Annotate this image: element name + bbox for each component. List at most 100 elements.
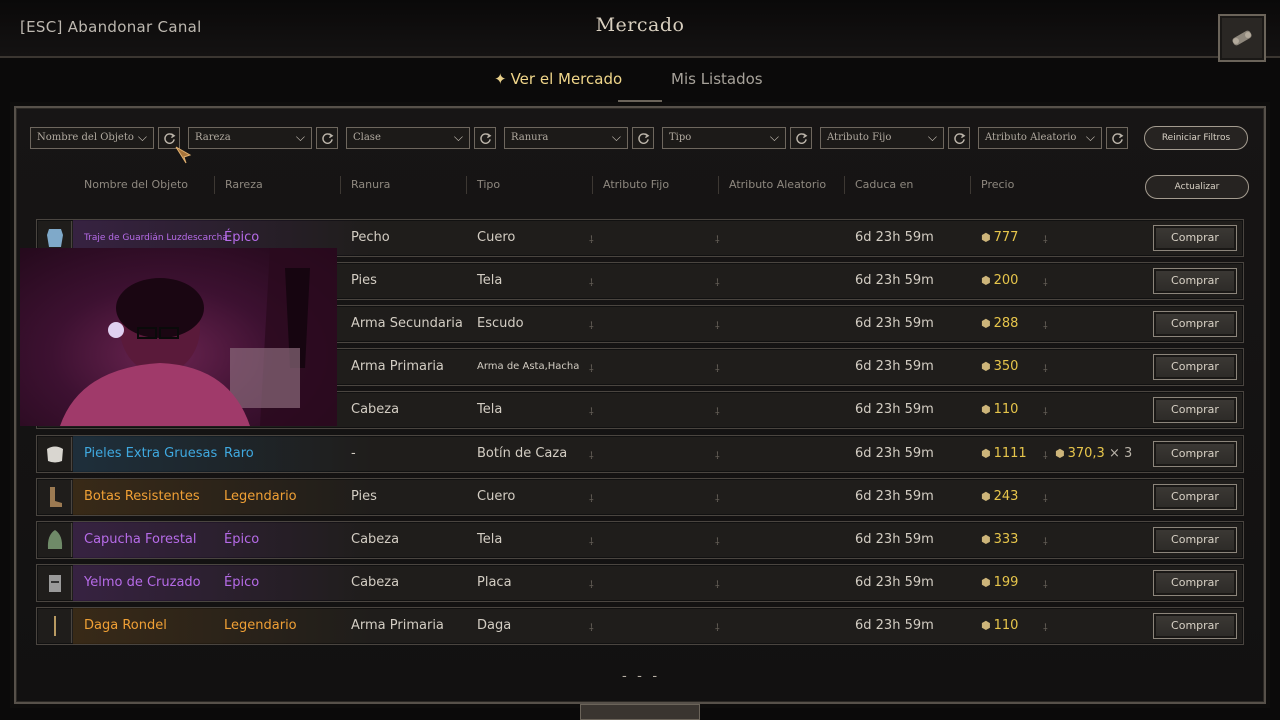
header-type[interactable]: Tipo bbox=[477, 178, 500, 191]
quantity: × 3 bbox=[1108, 446, 1133, 461]
item-slot: Arma Primaria bbox=[351, 359, 444, 374]
header-name[interactable]: Nombre del Objeto bbox=[84, 178, 188, 191]
header-fixed-attr[interactable]: Atributo Fijo bbox=[603, 178, 669, 191]
price-value: 350 bbox=[993, 359, 1019, 374]
item-type: Tela bbox=[477, 402, 503, 417]
item-slot: Arma Primaria bbox=[351, 618, 444, 633]
filter-fixed-attr-reset[interactable] bbox=[948, 127, 970, 149]
header-rarity[interactable]: Rareza bbox=[225, 178, 263, 191]
price-value: 199 bbox=[993, 575, 1019, 590]
item-name: Yelmo de Cruzado bbox=[84, 575, 201, 590]
item-name: Daga Rondel bbox=[84, 618, 167, 633]
divider: ⸸ bbox=[1043, 278, 1048, 289]
filter-label: Nombre del Objeto bbox=[37, 132, 134, 143]
filter-fixed-attr-dropdown[interactable]: Atributo Fijo ⌵ bbox=[820, 127, 944, 149]
table-row[interactable]: Capucha Forestal Épico Cabeza Tela ⸸ ⸸ 6… bbox=[36, 521, 1244, 559]
item-slot: Arma Secundaria bbox=[351, 316, 463, 331]
webcam-overlay bbox=[20, 248, 337, 426]
chevron-down-icon: ⌵ bbox=[927, 130, 937, 144]
filter-random-attr-reset[interactable] bbox=[1106, 127, 1128, 149]
item-slot: Pecho bbox=[351, 230, 390, 245]
item-price: ⬢ 333 bbox=[981, 532, 1018, 547]
coin-icon: ⬢ bbox=[981, 447, 991, 460]
refresh-icon bbox=[637, 132, 649, 144]
item-slot: Pies bbox=[351, 273, 377, 288]
buy-button[interactable]: Comprar bbox=[1153, 484, 1237, 510]
divider: ⸸ bbox=[589, 580, 594, 591]
table-row[interactable]: Pieles Extra Gruesas Raro - Botín de Caz… bbox=[36, 435, 1244, 473]
coin-icon: ⬢ bbox=[981, 403, 991, 416]
refresh-icon bbox=[1111, 132, 1123, 144]
filter-rarity-reset[interactable] bbox=[316, 127, 338, 149]
buy-button[interactable]: Comprar bbox=[1153, 527, 1237, 553]
item-name: Traje de Guardián Luzdescarcha bbox=[84, 233, 228, 243]
item-type: Escudo bbox=[477, 316, 524, 331]
buy-button[interactable]: Comprar bbox=[1153, 311, 1237, 337]
chevron-down-icon: ⌵ bbox=[453, 130, 463, 144]
filter-type-dropdown[interactable]: Tipo ⌵ bbox=[662, 127, 786, 149]
tab-my-listings[interactable]: Mis Listados bbox=[671, 70, 763, 88]
filter-random-attr-dropdown[interactable]: Atributo Aleatorio ⌵ bbox=[978, 127, 1102, 149]
divider: ⸸ bbox=[589, 321, 594, 332]
filter-rarity-dropdown[interactable]: Rareza ⌵ bbox=[188, 127, 312, 149]
item-price: ⬢ 777 bbox=[981, 230, 1018, 245]
table-row[interactable]: Botas Resistentes Legendario Pies Cuero … bbox=[36, 478, 1244, 516]
buy-button[interactable]: Comprar bbox=[1153, 613, 1237, 639]
item-slot: Cabeza bbox=[351, 532, 400, 547]
divider: ⸸ bbox=[715, 364, 720, 375]
item-expires: 6d 23h 59m bbox=[855, 489, 934, 504]
item-expires: 6d 23h 59m bbox=[855, 402, 934, 417]
buy-button[interactable]: Comprar bbox=[1153, 397, 1237, 423]
header-slot[interactable]: Ranura bbox=[351, 178, 390, 191]
filter-slot-dropdown[interactable]: Ranura ⌵ bbox=[504, 127, 628, 149]
table-row[interactable]: Daga Rondel Legendario Arma Primaria Dag… bbox=[36, 607, 1244, 645]
item-type: Tela bbox=[477, 532, 503, 547]
filter-label: Ranura bbox=[511, 132, 549, 143]
webcam-image bbox=[60, 248, 337, 426]
filter-name-dropdown[interactable]: Nombre del Objeto ⌵ bbox=[30, 127, 154, 149]
price-value: 200 bbox=[993, 273, 1019, 288]
cursor-icon bbox=[175, 146, 192, 164]
filter-label: Atributo Fijo bbox=[827, 132, 892, 143]
divider: ⸸ bbox=[715, 537, 720, 548]
frame-ornament bbox=[580, 704, 700, 720]
coin-icon: ⬢ bbox=[981, 490, 991, 503]
filter-label: Atributo Aleatorio bbox=[985, 132, 1077, 143]
header-price[interactable]: Precio bbox=[981, 178, 1014, 191]
buy-button[interactable]: Comprar bbox=[1153, 268, 1237, 294]
coin-icon: ⬢ bbox=[1055, 447, 1065, 460]
price-value: 333 bbox=[993, 532, 1019, 547]
header-random-attr[interactable]: Atributo Aleatorio bbox=[729, 178, 826, 191]
scroll-map-button[interactable] bbox=[1218, 14, 1266, 62]
buy-button[interactable]: Comprar bbox=[1153, 225, 1237, 251]
refresh-button[interactable]: Actualizar bbox=[1145, 175, 1249, 199]
item-expires: 6d 23h 59m bbox=[855, 316, 934, 331]
tabs: ✦ Ver el Mercado Mis Listados bbox=[0, 70, 1280, 94]
divider: ⸸ bbox=[589, 278, 594, 289]
item-rarity: Épico bbox=[224, 532, 260, 547]
price-value: 288 bbox=[993, 316, 1019, 331]
filter-slot-reset[interactable] bbox=[632, 127, 654, 149]
filter-class-dropdown[interactable]: Clase ⌵ bbox=[346, 127, 470, 149]
reset-filters-button[interactable]: Reiniciar Filtros bbox=[1144, 126, 1248, 150]
buy-button[interactable]: Comprar bbox=[1153, 570, 1237, 596]
table-row[interactable]: Yelmo de Cruzado Épico Cabeza Placa ⸸ ⸸ … bbox=[36, 564, 1244, 602]
buy-button[interactable]: Comprar bbox=[1153, 441, 1237, 467]
filter-type-reset[interactable] bbox=[790, 127, 812, 149]
coin-icon: ⬢ bbox=[981, 533, 991, 546]
header-expires[interactable]: Caduca en bbox=[855, 178, 913, 191]
item-rarity: Legendario bbox=[224, 489, 297, 504]
item-slot: Pies bbox=[351, 489, 377, 504]
divider: ⸸ bbox=[589, 451, 594, 462]
item-rarity: Épico bbox=[224, 575, 260, 590]
divider bbox=[592, 176, 593, 194]
buy-button[interactable]: Comprar bbox=[1153, 354, 1237, 380]
filter-class-reset[interactable] bbox=[474, 127, 496, 149]
item-type: Placa bbox=[477, 575, 512, 590]
item-type: Botín de Caza bbox=[477, 446, 568, 461]
refresh-icon bbox=[321, 132, 333, 144]
divider: ⸸ bbox=[1043, 321, 1048, 332]
tab-view-market[interactable]: ✦ Ver el Mercado bbox=[494, 70, 622, 88]
pagination[interactable]: - - - bbox=[622, 668, 660, 684]
item-unit-price: ⬢ 370,3 × 3 bbox=[1055, 446, 1132, 461]
